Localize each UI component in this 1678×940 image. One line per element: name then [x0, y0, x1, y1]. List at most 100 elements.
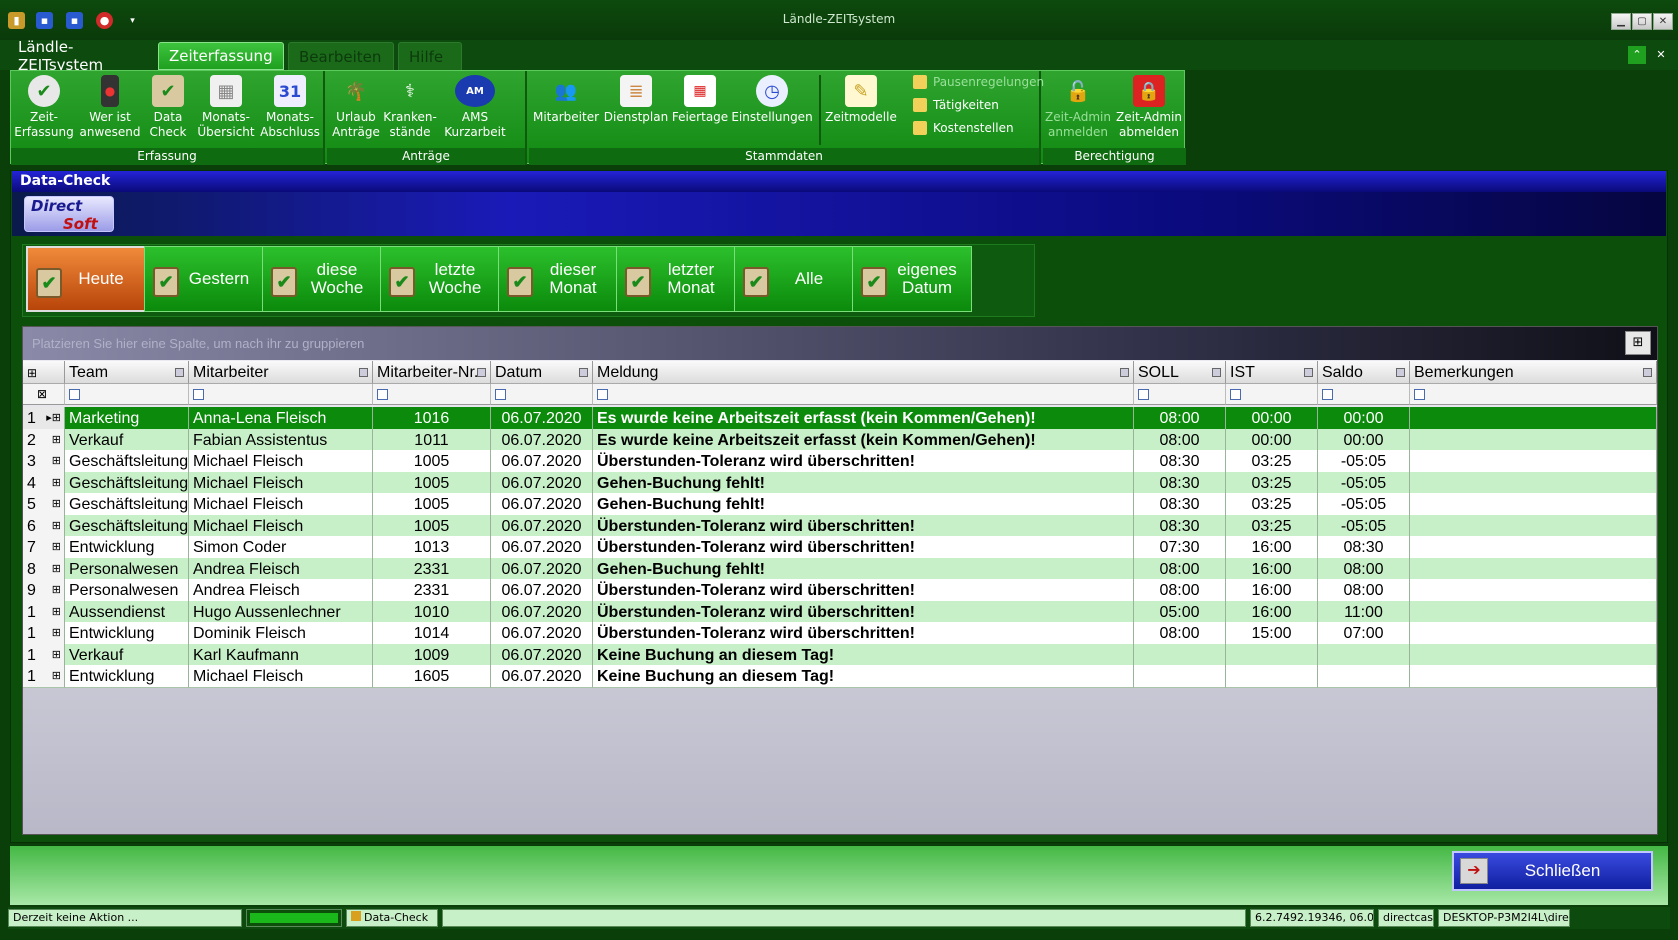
filter-cell[interactable] — [65, 384, 189, 405]
filter-cell[interactable] — [1134, 384, 1226, 405]
column-filter-icon[interactable] — [1643, 368, 1652, 377]
column-chooser-icon[interactable]: ⊞ — [1625, 331, 1651, 355]
einstellungen-button[interactable]: ◷ Einstellungen — [731, 75, 813, 145]
expand-icon[interactable]: ⊞ — [52, 515, 61, 537]
filter-diese-woche-button[interactable]: ✔ diese Woche — [262, 246, 382, 312]
expand-icon[interactable]: ⊞ — [52, 536, 61, 558]
maximize-button[interactable]: ▢ — [1632, 13, 1652, 30]
tab-zeiterfassung[interactable]: Zeiterfassung — [158, 42, 284, 70]
column-filter-icon[interactable] — [1304, 368, 1313, 377]
filter-cell[interactable] — [1226, 384, 1318, 405]
dienstplan-button[interactable]: ≣ Dienstplan — [604, 75, 668, 145]
column-filter-icon[interactable] — [579, 368, 588, 377]
table-row[interactable]: 1 ⊞ Verkauf Karl Kaufmann 1009 06.07.2020 Kein… — [23, 643, 1657, 667]
expand-icon[interactable]: ⊞ — [52, 472, 61, 494]
filter-heute-button[interactable]: ✔ Heute — [26, 246, 146, 312]
expand-icon[interactable]: ⊞ — [52, 450, 61, 472]
tab-app-menu[interactable]: Ländle-ZEITsystem — [10, 38, 158, 74]
column-header-saldo[interactable]: Saldo — [1318, 361, 1410, 384]
filter-operator-icon[interactable] — [597, 389, 608, 400]
filter-cell[interactable] — [1318, 384, 1410, 405]
close-window-button[interactable]: ✕ — [1653, 13, 1673, 30]
table-row[interactable]: 1 ⊞ Entwicklung Michael Fleisch 1605 06.07.20… — [23, 665, 1657, 688]
pausenregelungen-button[interactable]: Pausenregelungen — [913, 73, 1044, 91]
table-row[interactable]: 3 ⊞ Geschäftsleitung Michael Fleisch 1005 06.… — [23, 450, 1657, 473]
column-header-bemerkungen[interactable]: Bemerkungen — [1410, 361, 1657, 384]
expand-icon[interactable]: ⊞ — [52, 558, 61, 580]
monats-abschluss-button[interactable]: 31 Monats- Abschluss — [259, 75, 321, 145]
filter-operator-icon[interactable] — [1138, 389, 1149, 400]
zeit-erfassung-button[interactable]: ✔ Zeit- Erfassung — [13, 75, 75, 145]
filter-letzter-monat-button[interactable]: ✔ letzter Monat — [616, 246, 736, 312]
zeitmodelle-button[interactable]: ✎ Zeitmodelle — [825, 75, 897, 145]
column-filter-icon[interactable] — [1396, 368, 1405, 377]
filter-operator-icon[interactable] — [1414, 389, 1425, 400]
close-button[interactable]: ➔ Schließen — [1452, 851, 1653, 891]
expand-icon[interactable]: ⊞ — [52, 665, 61, 687]
column-filter-icon[interactable] — [477, 368, 486, 377]
table-row[interactable]: 8 ⊞ Personalwesen Andrea Fleisch 2331 06.07.2… — [23, 557, 1657, 581]
filter-gestern-button[interactable]: ✔ Gestern — [144, 246, 264, 312]
tab-bearbeiten[interactable]: Bearbeiten — [288, 42, 394, 70]
minimize-button[interactable]: ▁ — [1611, 13, 1631, 30]
expand-icon[interactable]: ⊞ — [52, 493, 61, 515]
column-header-mitarbeiter[interactable]: Mitarbeiter — [189, 361, 373, 384]
feiertage-button[interactable]: ▦ Feiertage — [671, 75, 729, 145]
row-indicator-header[interactable]: ⊞ — [23, 361, 65, 384]
column-filter-icon[interactable] — [359, 368, 368, 377]
expand-icon[interactable]: ⊞ — [52, 622, 61, 644]
ams-kurzarbeit-button[interactable]: AM AMS Kurzarbeit — [439, 75, 511, 145]
column-filter-icon[interactable] — [1120, 368, 1129, 377]
collapse-ribbon-icon[interactable]: ⌃ — [1628, 46, 1646, 64]
filter-dieser-monat-button[interactable]: ✔ dieser Monat — [498, 246, 618, 312]
monats-uebersicht-button[interactable]: ▦ Monats- Übersicht — [197, 75, 255, 145]
column-header-meldung[interactable]: Meldung — [593, 361, 1134, 384]
filter-eigenes-datum-button[interactable]: ✔ eigenes Datum — [852, 246, 972, 312]
zeit-admin-abmelden-button[interactable]: 🔒 Zeit-Admin abmelden — [1115, 75, 1183, 145]
column-header-soll[interactable]: SOLL — [1134, 361, 1226, 384]
filter-letzte-woche-button[interactable]: ✔ letzte Woche — [380, 246, 500, 312]
table-row[interactable]: 2 ⊞ Verkauf Fabian Assistentus 1011 06.07.202… — [23, 428, 1657, 452]
filter-operator-icon[interactable] — [1322, 389, 1333, 400]
kostenstellen-button[interactable]: Kostenstellen — [913, 119, 1014, 137]
expand-icon[interactable]: ▸⊞ — [46, 407, 61, 429]
column-header-mitarbeiter-nr-[interactable]: Mitarbeiter-Nr. — [373, 361, 491, 384]
filter-operator-icon[interactable] — [69, 389, 80, 400]
filter-cell[interactable] — [373, 384, 491, 405]
filter-alle-button[interactable]: ✔ Alle — [734, 246, 854, 312]
table-row[interactable]: 1 ⊞ Aussendienst Hugo Aussenlechner 1010 06.0… — [23, 600, 1657, 624]
tab-hilfe[interactable]: Hilfe — [398, 42, 462, 70]
clear-filter-icon[interactable]: ⊠ — [37, 387, 47, 401]
expand-icon[interactable]: ⊞ — [52, 429, 61, 451]
krankenstaende-button[interactable]: ⚕ Kranken-stände — [383, 75, 437, 145]
expand-icon[interactable]: ⊞ — [52, 579, 61, 601]
column-filter-icon[interactable] — [1212, 368, 1221, 377]
table-row[interactable]: 1 ▸⊞ Marketing Anna-Lena Fleisch 1016 06.07.2… — [23, 407, 1657, 430]
filter-cell[interactable] — [491, 384, 593, 405]
filter-operator-icon[interactable] — [1230, 389, 1241, 400]
wer-ist-anwesend-button[interactable]: ● Wer ist anwesend — [79, 75, 141, 145]
expand-icon[interactable]: ⊞ — [52, 644, 61, 666]
filter-cell[interactable] — [189, 384, 373, 405]
table-row[interactable]: 5 ⊞ Geschäftsleitung Michael Fleisch 1005 06.… — [23, 493, 1657, 516]
filter-cell[interactable] — [593, 384, 1134, 405]
filter-operator-icon[interactable] — [193, 389, 204, 400]
close-tab-icon[interactable]: ✕ — [1652, 46, 1670, 64]
data-check-button[interactable]: ✔ Data Check — [143, 75, 193, 145]
table-row[interactable]: 9 ⊞ Personalwesen Andrea Fleisch 2331 06.07.2… — [23, 579, 1657, 602]
column-header-team[interactable]: Team — [65, 361, 189, 384]
mitarbeiter-button[interactable]: 👥 Mitarbeiter — [533, 75, 599, 145]
column-header-ist[interactable]: IST — [1226, 361, 1318, 384]
column-header-datum[interactable]: Datum — [491, 361, 593, 384]
group-by-area[interactable]: Platzieren Sie hier eine Spalte, um nach… — [23, 327, 1657, 360]
table-row[interactable]: 1 ⊞ Entwicklung Dominik Fleisch 1014 06.07.20… — [23, 622, 1657, 645]
filter-cell[interactable] — [1410, 384, 1657, 405]
table-row[interactable]: 4 ⊞ Geschäftsleitung Michael Fleisch 1005 06.… — [23, 471, 1657, 495]
table-row[interactable]: 6 ⊞ Geschäftsleitung Michael Fleisch 1005 06.… — [23, 514, 1657, 538]
taetigkeiten-button[interactable]: Tätigkeiten — [913, 96, 999, 114]
zeit-admin-anmelden-button[interactable]: 🔓 Zeit-Admin anmelden — [1045, 75, 1111, 145]
table-row[interactable]: 7 ⊞ Entwicklung Simon Coder 1013 06.07.2020 Üb… — [23, 536, 1657, 559]
filter-row-indicator[interactable]: ⊠ — [23, 384, 65, 405]
filter-operator-icon[interactable] — [495, 389, 506, 400]
column-filter-icon[interactable] — [175, 368, 184, 377]
